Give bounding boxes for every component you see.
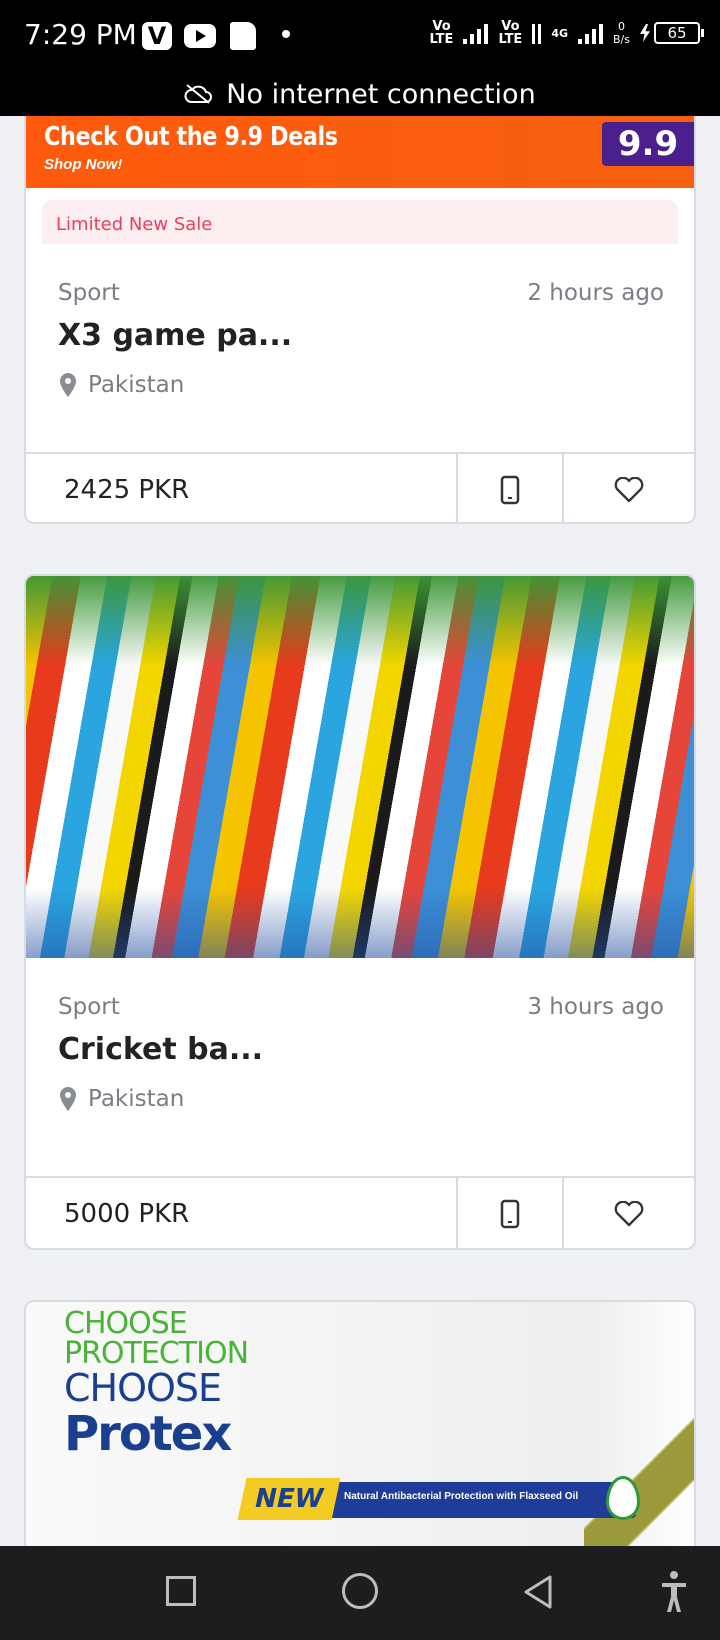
net-speed-value: 0 xyxy=(618,20,625,33)
listing-location-text: Pakistan xyxy=(88,372,185,398)
battery-charging-icon: 65 xyxy=(640,22,704,44)
promo-title: Check Out the 9.9 Deals xyxy=(44,122,338,152)
sim-icon xyxy=(230,22,256,50)
listing-location: Pakistan xyxy=(58,1086,184,1112)
status-right: Vo LTE Vo LTE 4G 0 B/s 65 xyxy=(429,19,704,47)
volte-2-label: Vo LTE xyxy=(498,19,523,47)
listing-location: Pakistan xyxy=(58,372,184,398)
listing-actions: 2425 PKR xyxy=(26,452,694,522)
cloud-off-icon xyxy=(184,84,213,104)
net-speed-unit: B/s xyxy=(613,33,630,46)
signal-icon xyxy=(463,22,489,44)
accessibility-icon[interactable] xyxy=(660,1570,688,1614)
listing-posted-time: 3 hours ago xyxy=(527,994,664,1020)
status-time: 7:29 PM xyxy=(24,18,137,51)
listing-category: Sport xyxy=(58,994,120,1020)
listing-card[interactable]: Sport 3 hours ago Cricket ba... Pakistan… xyxy=(24,574,696,1250)
favorite-button[interactable] xyxy=(564,1178,694,1248)
ad-new-badge: NEW xyxy=(237,1478,341,1520)
navigation-bar xyxy=(0,1546,720,1640)
offline-banner: No internet connection xyxy=(0,72,720,116)
listing-location-text: Pakistan xyxy=(88,1086,185,1112)
listing-price: 5000 PKR xyxy=(26,1178,458,1248)
battery-level: 65 xyxy=(654,22,704,44)
ad-tagline: Natural Antibacterial Protection with Fl… xyxy=(344,1491,579,1502)
ad-banner[interactable]: CHOOSE PROTECTION CHOOSE Protex NEW Natu… xyxy=(26,1302,694,1546)
listing-info[interactable]: Sport 3 hours ago Cricket ba... Pakistan xyxy=(26,994,694,1184)
ad-card[interactable]: CHOOSE PROTECTION CHOOSE Protex NEW Natu… xyxy=(24,1300,696,1546)
home-circle-icon[interactable] xyxy=(342,1573,378,1609)
listing-actions: 5000 PKR xyxy=(26,1176,694,1248)
ad-drop-logo xyxy=(606,1476,640,1520)
phone-icon xyxy=(500,475,520,505)
sale-label-text: Limited New Sale xyxy=(56,214,213,235)
signal-icon xyxy=(578,22,604,44)
dot-icon xyxy=(282,30,290,38)
favorite-button[interactable] xyxy=(564,454,694,522)
call-button[interactable] xyxy=(458,1178,564,1248)
listing-card[interactable]: Check Out the 9.9 Deals Shop Now! 9.9 Li… xyxy=(24,116,696,524)
volte-1-label: Vo LTE xyxy=(429,19,454,47)
listing-posted-time: 2 hours ago xyxy=(527,280,664,306)
listing-title[interactable]: Cricket ba... xyxy=(58,1032,263,1067)
back-triangle-icon[interactable] xyxy=(522,1574,554,1610)
listing-price: 2425 PKR xyxy=(26,454,458,522)
signal-icon xyxy=(532,22,542,44)
heart-icon xyxy=(614,1201,644,1227)
status-bar: 7:29 PM V Vo LTE Vo LTE 4G 0 B/s 65 xyxy=(0,0,720,72)
bolt-icon xyxy=(640,24,650,42)
listing-category: Sport xyxy=(58,280,120,306)
ad-brand: Protex xyxy=(64,1406,232,1462)
phone-icon xyxy=(500,1199,520,1229)
promo-subtitle: Shop Now! xyxy=(44,156,123,173)
heart-icon xyxy=(614,477,644,503)
promo-banner[interactable]: Check Out the 9.9 Deals Shop Now! 9.9 xyxy=(26,116,694,188)
listing-photo[interactable] xyxy=(26,576,694,958)
ad-line-3: CHOOSE xyxy=(64,1366,222,1410)
location-pin-icon xyxy=(60,373,76,397)
listing-title[interactable]: X3 game pa... xyxy=(58,318,292,353)
recents-square-icon[interactable] xyxy=(166,1576,196,1606)
promo-badge: 9.9 xyxy=(602,122,694,166)
call-button[interactable] xyxy=(458,454,564,522)
v-app-icon: V xyxy=(142,22,172,50)
listing-feed[interactable]: Check Out the 9.9 Deals Shop Now! 9.9 Li… xyxy=(0,116,720,1546)
offline-text: No internet connection xyxy=(226,78,536,110)
listing-info[interactable]: Sport 2 hours ago X3 game pa... Pakistan xyxy=(26,280,694,470)
location-pin-icon xyxy=(60,1087,76,1111)
youtube-icon xyxy=(184,24,216,48)
network-4g-label: 4G xyxy=(551,26,569,40)
sale-label: Limited New Sale xyxy=(42,200,678,244)
net-speed: 0 B/s xyxy=(613,20,630,46)
